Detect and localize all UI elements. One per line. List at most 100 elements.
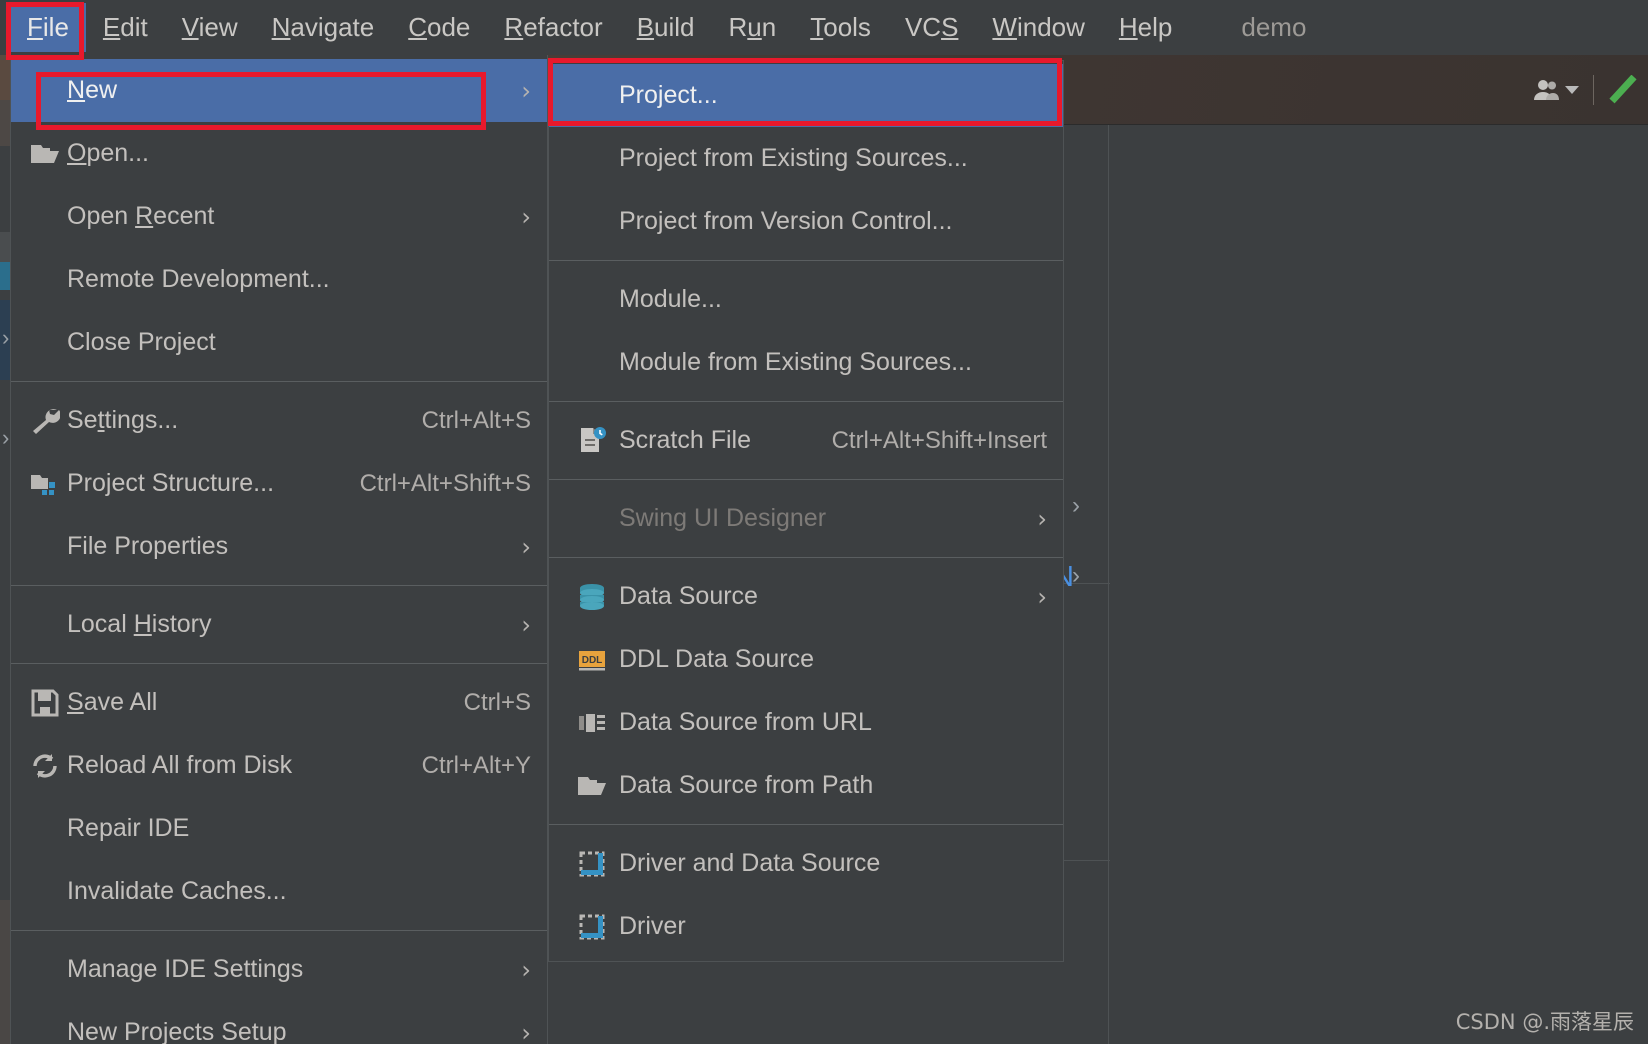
menu-item-icon-slot: DDL (565, 648, 619, 672)
menubar-item-window[interactable]: Window (975, 3, 1101, 52)
menu-separator (11, 930, 547, 931)
menu-separator (549, 401, 1063, 402)
menu-separator (11, 381, 547, 382)
menu-item-module[interactable]: Module... (549, 268, 1063, 331)
folder-open-icon (30, 141, 60, 167)
menu-item-local-history[interactable]: Local History › (11, 593, 547, 656)
menubar-item-tools[interactable]: Tools (793, 3, 888, 52)
project-title: demo (1241, 12, 1307, 42)
chevron-right-icon: › (2, 325, 10, 350)
svg-text:DDL: DDL (582, 655, 603, 666)
url-icon (577, 711, 607, 735)
driver-icon (578, 850, 606, 878)
menu-item-close-project[interactable]: Close Project (11, 311, 547, 374)
menu-item-label: Open Recent (67, 202, 215, 230)
new-submenu: Project... Project from Existing Sources.… (548, 60, 1064, 962)
menu-item-data-source[interactable]: Data Source › (549, 565, 1063, 628)
menubar-item-help[interactable]: Help (1102, 3, 1189, 52)
chevron-right-icon: › (1037, 504, 1047, 533)
menu-item-driver-and-data-source[interactable]: Driver and Data Source (549, 832, 1063, 895)
menu-item-label: Project Structure... (67, 469, 275, 497)
menu-item-invalidate-caches[interactable]: Invalidate Caches... (11, 860, 547, 923)
menu-item-data-source-from-url[interactable]: Data Source from URL (549, 691, 1063, 754)
menu-item-ddl-data-source[interactable]: DDL DDL Data Source (549, 628, 1063, 691)
menu-item-label: Driver and Data Source (619, 849, 881, 877)
menu-item-project-from-existing-sources[interactable]: Project from Existing Sources... (549, 127, 1063, 190)
menu-item-label: Remote Development... (67, 265, 330, 293)
menubar-item-edit[interactable]: Edit (86, 3, 165, 52)
main-menu-bar: File Edit View Navigate Code Refactor Build Run… (0, 0, 1648, 55)
menu-item-swing-ui-designer: Swing UI Designer › (549, 487, 1063, 550)
ddl-icon: DDL (577, 648, 607, 672)
menubar-item-code[interactable]: Code (391, 3, 487, 52)
module-icon (30, 471, 60, 497)
menu-item-label: Data Source from URL (619, 708, 872, 736)
menubar-item-vcs[interactable]: VCS (888, 3, 975, 52)
driver-icon (578, 913, 606, 941)
menu-item-icon-slot (565, 583, 619, 611)
chevron-right-icon: › (521, 610, 531, 639)
menu-item-shortcut: Ctrl+Alt+S (421, 406, 531, 434)
watermark: CSDN @.雨落星辰 (1455, 1010, 1634, 1034)
menu-item-label: Local History (67, 610, 212, 638)
menu-item-icon-slot (565, 711, 619, 735)
welcome-vertical-divider (1108, 125, 1109, 1044)
chevron-right-icon: › (1037, 582, 1047, 611)
menu-item-scratch-file[interactable]: Scratch File Ctrl+Alt+Shift+Insert (549, 409, 1063, 472)
file-dropdown-menu: New › Open... Open Recent › Remote Developmen… (10, 55, 548, 1044)
user-account-button[interactable] (1533, 79, 1579, 101)
menu-separator (549, 479, 1063, 480)
menu-item-label: Settings... (67, 406, 179, 434)
menu-item-repair-ide[interactable]: Repair IDE (11, 797, 547, 860)
menu-item-project-structure[interactable]: Project Structure... Ctrl+Alt+Shift+S (11, 452, 547, 515)
menubar-item-run[interactable]: Run (712, 3, 794, 52)
menubar-item-navigate[interactable]: Navigate (255, 3, 392, 52)
menu-item-label: Repair IDE (67, 814, 190, 842)
menubar-item-file[interactable]: File (10, 3, 86, 52)
menu-item-project[interactable]: Project... (549, 64, 1063, 127)
menu-item-shortcut: Ctrl+Alt+Shift+Insert (831, 426, 1047, 454)
menu-item-icon-slot (23, 471, 67, 497)
menu-item-reload-all-from-disk[interactable]: Reload All from Disk Ctrl+Alt+Y (11, 734, 547, 797)
menu-item-remote-development[interactable]: Remote Development... (11, 248, 547, 311)
menu-item-shortcut: Ctrl+Alt+Shift+S (359, 469, 531, 497)
menu-item-label: New Projects Setup (67, 1018, 287, 1044)
menu-item-label: Open... (67, 139, 150, 167)
menu-item-label: Reload All from Disk (67, 751, 293, 779)
menu-item-driver[interactable]: Driver (549, 895, 1063, 958)
menu-item-icon-slot (23, 407, 67, 435)
menubar-item-refactor[interactable]: Refactor (487, 3, 619, 52)
ide-window: › › › › erywhere Double Shift Ctrl+Shift… (0, 0, 1648, 1044)
menu-item-icon-slot (23, 689, 67, 717)
database-icon (577, 583, 607, 611)
menu-item-open[interactable]: Open... (11, 122, 547, 185)
menu-item-label: Invalidate Caches... (67, 877, 287, 905)
menu-item-label: New (67, 76, 118, 104)
menu-item-manage-ide-settings[interactable]: Manage IDE Settings › (11, 938, 547, 1001)
menu-item-label: DDL Data Source (619, 645, 814, 673)
menu-item-new[interactable]: New › (11, 59, 547, 122)
menu-item-project-from-version-control[interactable]: Project from Version Control... (549, 190, 1063, 253)
menu-item-label: Module from Existing Sources... (619, 348, 972, 376)
menubar-item-build[interactable]: Build (620, 3, 712, 52)
chevron-right-icon: › (521, 955, 531, 984)
menu-item-save-all[interactable]: Save All Ctrl+S (11, 671, 547, 734)
menu-item-module-from-existing-sources[interactable]: Module from Existing Sources... (549, 331, 1063, 394)
menu-item-label: Data Source from Path (619, 771, 874, 799)
user-icon (1534, 80, 1559, 100)
save-icon (31, 689, 59, 717)
menubar-item-view[interactable]: View (165, 3, 255, 52)
menu-item-label: Scratch File (619, 426, 751, 454)
menu-item-new-projects-setup[interactable]: New Projects Setup › (11, 1001, 547, 1044)
refresh-icon (31, 752, 59, 780)
menu-separator (11, 663, 547, 664)
menu-item-open-recent[interactable]: Open Recent › (11, 185, 547, 248)
menu-item-label: Save All (67, 688, 158, 716)
menu-item-settings[interactable]: Settings... Ctrl+Alt+S (11, 389, 547, 452)
menu-item-label: Project from Existing Sources... (619, 144, 968, 172)
menu-item-file-properties[interactable]: File Properties › (11, 515, 547, 578)
menu-item-label: Data Source (619, 582, 758, 610)
menu-item-label: Module... (619, 285, 722, 313)
menu-item-icon-slot (23, 141, 67, 167)
menu-item-data-source-from-path[interactable]: Data Source from Path (549, 754, 1063, 817)
